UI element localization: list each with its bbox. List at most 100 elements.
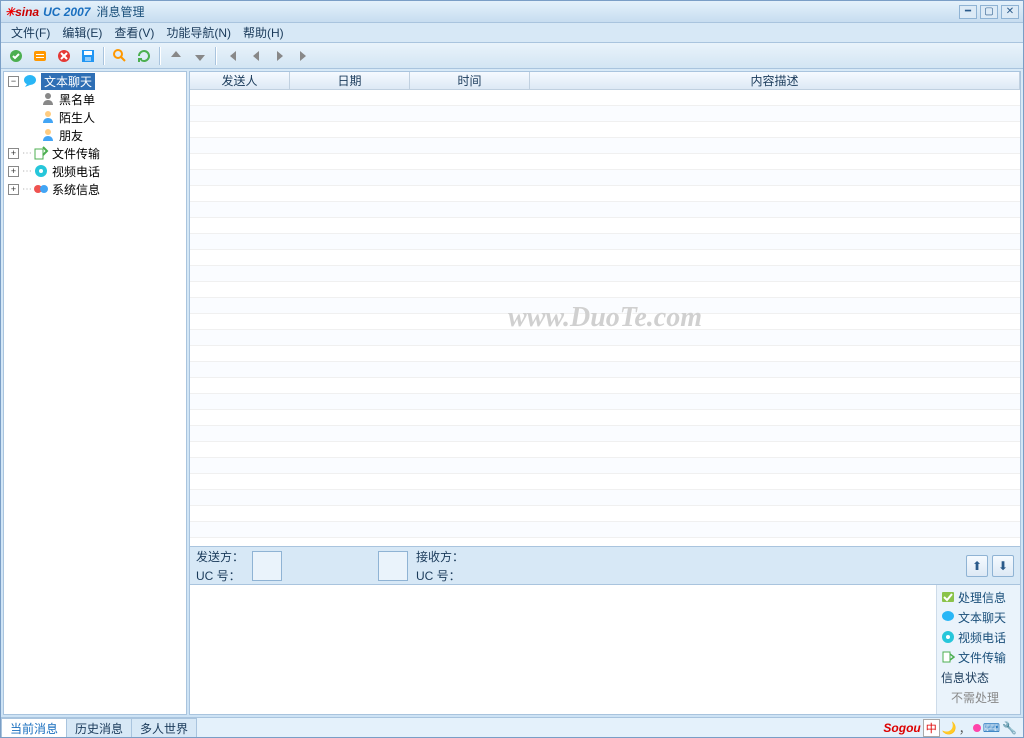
- status-no-need: 不需处理: [937, 687, 1020, 707]
- table-row[interactable]: [190, 474, 1020, 490]
- table-row[interactable]: [190, 490, 1020, 506]
- table-row[interactable]: [190, 138, 1020, 154]
- tool-delete-button[interactable]: [53, 46, 75, 66]
- tree-friend[interactable]: 朋友: [4, 126, 186, 144]
- ime-comma-icon[interactable]: ，: [959, 720, 971, 737]
- close-button[interactable]: ✕: [1001, 5, 1019, 19]
- tool-import-button[interactable]: [29, 46, 51, 66]
- table-row[interactable]: [190, 250, 1020, 266]
- table-row[interactable]: [190, 90, 1020, 106]
- tree-blacklist[interactable]: 黑名单: [4, 90, 186, 108]
- search-icon: [112, 48, 128, 64]
- table-row[interactable]: [190, 426, 1020, 442]
- table-row[interactable]: [190, 330, 1020, 346]
- action-process[interactable]: 处理信息: [937, 587, 1020, 607]
- tool-save-button[interactable]: [77, 46, 99, 66]
- table-row[interactable]: [190, 298, 1020, 314]
- export-icon: [8, 48, 24, 64]
- action-file-transfer[interactable]: 文件传输: [937, 647, 1020, 667]
- table-row[interactable]: [190, 266, 1020, 282]
- table-row[interactable]: [190, 442, 1020, 458]
- table-row[interactable]: [190, 106, 1020, 122]
- table-row[interactable]: [190, 202, 1020, 218]
- tab-history[interactable]: 历史消息: [66, 718, 132, 737]
- table-row[interactable]: [190, 122, 1020, 138]
- video-icon: [33, 163, 49, 179]
- col-time[interactable]: 时间: [410, 72, 530, 89]
- main-area: − 文本聊天 黑名单 陌生人 朋友 + ⋯ 文件传输: [1, 69, 1023, 717]
- tool-export-button[interactable]: [5, 46, 27, 66]
- action-video-call[interactable]: 视频电话: [937, 627, 1020, 647]
- table-row[interactable]: [190, 410, 1020, 426]
- menu-file[interactable]: 文件(F): [5, 24, 56, 41]
- table-row[interactable]: [190, 170, 1020, 186]
- window-title: 消息管理: [96, 3, 144, 20]
- menu-nav[interactable]: 功能导航(N): [160, 24, 237, 41]
- tree-system-info[interactable]: + ⋯ 系统信息: [4, 180, 186, 198]
- table-row[interactable]: [190, 394, 1020, 410]
- expand-icon[interactable]: +: [8, 166, 19, 177]
- ime-lang[interactable]: 中: [923, 719, 940, 737]
- ime-dot-icon[interactable]: [973, 724, 981, 732]
- menu-view[interactable]: 查看(V): [108, 24, 160, 41]
- table-row[interactable]: [190, 186, 1020, 202]
- table-row[interactable]: [190, 378, 1020, 394]
- table-row[interactable]: [190, 154, 1020, 170]
- sender-info: 发送方： UC 号：: [196, 548, 244, 584]
- expand-icon[interactable]: +: [8, 184, 19, 195]
- table-row[interactable]: [190, 314, 1020, 330]
- table-row[interactable]: [190, 362, 1020, 378]
- action-label: 文件传输: [958, 649, 1006, 666]
- tree-stranger[interactable]: 陌生人: [4, 108, 186, 126]
- uc-left-label: UC 号：: [196, 567, 244, 584]
- col-date[interactable]: 日期: [290, 72, 410, 89]
- action-text-chat[interactable]: 文本聊天: [937, 607, 1020, 627]
- tree-video-call[interactable]: + ⋯ 视频电话: [4, 162, 186, 180]
- process-icon: [941, 590, 955, 604]
- table-row[interactable]: [190, 218, 1020, 234]
- tree-label: 朋友: [59, 127, 83, 144]
- col-sender[interactable]: 发送人: [190, 72, 290, 89]
- menu-edit[interactable]: 编辑(E): [56, 24, 108, 41]
- ime-keyboard-icon[interactable]: ⌨: [983, 721, 1000, 735]
- table-row[interactable]: [190, 282, 1020, 298]
- table-row[interactable]: [190, 458, 1020, 474]
- tool-last-button[interactable]: [293, 46, 315, 66]
- tool-search-button[interactable]: [109, 46, 131, 66]
- collapse-icon[interactable]: −: [8, 76, 19, 87]
- tool-next-button[interactable]: [269, 46, 291, 66]
- tab-current[interactable]: 当前消息: [1, 718, 67, 737]
- col-desc[interactable]: 内容描述: [530, 72, 1020, 89]
- tool-refresh-button[interactable]: [133, 46, 155, 66]
- toolbar-separator: [159, 47, 161, 65]
- message-table: 发送人 日期 时间 内容描述 www.DuoTe.com for(let i=0…: [189, 71, 1021, 547]
- maximize-button[interactable]: ▢: [980, 5, 998, 19]
- tool-first-button[interactable]: [221, 46, 243, 66]
- tool-prev-button[interactable]: [245, 46, 267, 66]
- category-tree[interactable]: − 文本聊天 黑名单 陌生人 朋友 + ⋯ 文件传输: [3, 71, 187, 715]
- receiver-info: 接收方： UC 号：: [416, 548, 464, 584]
- table-row[interactable]: [190, 506, 1020, 522]
- tab-world[interactable]: 多人世界: [131, 718, 197, 737]
- uc2007-logo: UC 2007: [43, 5, 90, 19]
- tool-down-button[interactable]: [189, 46, 211, 66]
- tool-up-button[interactable]: [165, 46, 187, 66]
- tree-file-transfer[interactable]: + ⋯ 文件传输: [4, 144, 186, 162]
- ime-bar[interactable]: Sogou 中 🌙 ， ⌨ 🔧: [883, 719, 1023, 737]
- table-row[interactable]: [190, 538, 1020, 546]
- expand-icon[interactable]: +: [8, 148, 19, 159]
- status-header: 信息状态: [937, 667, 1020, 687]
- ime-moon-icon[interactable]: 🌙: [942, 721, 957, 735]
- ime-tool-icon[interactable]: 🔧: [1002, 721, 1017, 735]
- minimize-button[interactable]: ━: [959, 5, 977, 19]
- scroll-down-button[interactable]: ⬇: [992, 555, 1014, 577]
- tree-text-chat[interactable]: − 文本聊天: [4, 72, 186, 90]
- menu-help[interactable]: 帮助(H): [237, 24, 290, 41]
- table-body[interactable]: www.DuoTe.com for(let i=0;i<30;i++)docum…: [190, 90, 1020, 546]
- app-window: ✳sina UC 2007 消息管理 ━ ▢ ✕ 文件(F) 编辑(E) 查看(…: [0, 0, 1024, 738]
- table-row[interactable]: [190, 522, 1020, 538]
- scroll-up-button[interactable]: ⬆: [966, 555, 988, 577]
- table-row[interactable]: [190, 234, 1020, 250]
- message-text[interactable]: [190, 585, 936, 714]
- table-row[interactable]: [190, 346, 1020, 362]
